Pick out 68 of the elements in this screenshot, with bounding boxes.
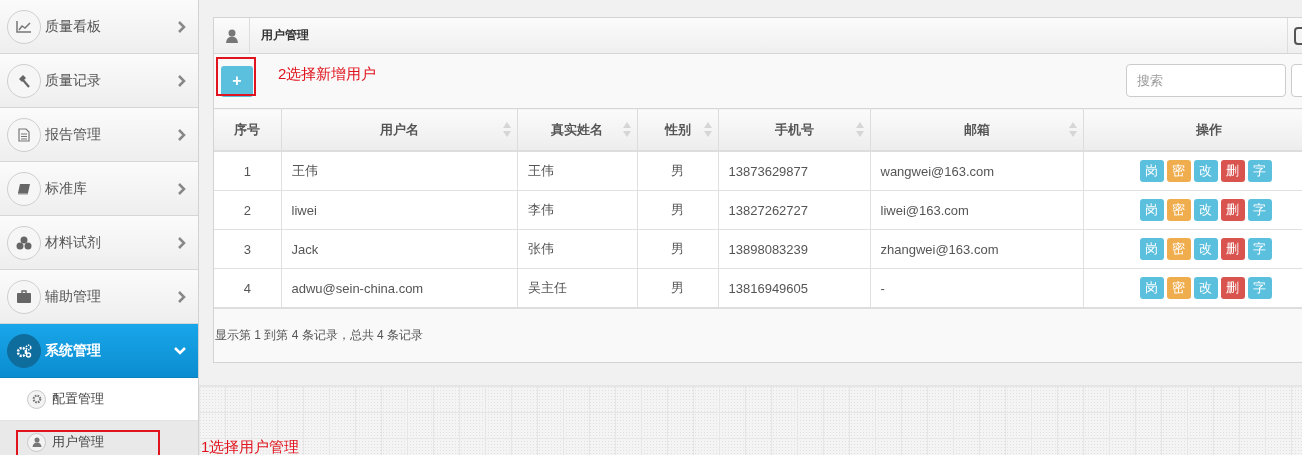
table-cell: liwei@163.com bbox=[870, 190, 1083, 230]
sidebar-item[interactable]: 报告管理 bbox=[0, 108, 198, 162]
table-cell: 13898083239 bbox=[718, 229, 870, 269]
column-header[interactable]: 性别 bbox=[637, 108, 718, 151]
submenu-item[interactable]: 用户管理 bbox=[0, 421, 198, 455]
table-cell: Jack bbox=[281, 229, 517, 269]
annotation-text: 2选择新增用户 bbox=[278, 64, 377, 84]
column-header[interactable]: 用户名 bbox=[281, 108, 517, 151]
column-header[interactable]: 手机号 bbox=[718, 108, 870, 151]
table-cell: 1 bbox=[214, 151, 281, 191]
table-cell: 张伟 bbox=[517, 229, 637, 269]
table-cell: wangwei@163.com bbox=[870, 151, 1083, 191]
sidebar-item[interactable]: 质量看板 bbox=[0, 0, 198, 54]
table-cell: 2 bbox=[214, 190, 281, 230]
action-button[interactable]: 删 bbox=[1220, 277, 1245, 299]
table-cell: 13827262727 bbox=[718, 190, 870, 230]
action-button[interactable]: 岗 bbox=[1139, 199, 1164, 221]
action-button[interactable]: 删 bbox=[1220, 160, 1245, 182]
pagination-info: 显示第 1 到第 4 条记录，总共 4 条记录 bbox=[215, 327, 424, 344]
sidebar-label: 质量记录 bbox=[45, 71, 102, 90]
action-button[interactable]: 改 bbox=[1193, 160, 1218, 182]
table-cell: 男 bbox=[637, 229, 718, 269]
table-cell: liwei bbox=[281, 190, 517, 230]
sidebar-label: 材料试剂 bbox=[45, 233, 102, 252]
submenu-label: 配置管理 bbox=[52, 390, 104, 408]
action-button[interactable]: 删 bbox=[1220, 238, 1245, 260]
table-cell: 李伟 bbox=[517, 190, 637, 230]
column-header[interactable]: 邮箱 bbox=[870, 108, 1083, 151]
search-field[interactable]: 搜索 bbox=[1126, 64, 1286, 97]
action-button[interactable]: 字 bbox=[1247, 199, 1272, 221]
sidebar-label: 标准库 bbox=[45, 179, 88, 198]
action-button[interactable]: 字 bbox=[1247, 238, 1272, 260]
action-button[interactable]: 字 bbox=[1247, 277, 1272, 299]
column-header[interactable]: 真实姓名 bbox=[517, 108, 637, 151]
action-button[interactable]: 岗 bbox=[1139, 160, 1164, 182]
action-button[interactable]: 密 bbox=[1166, 238, 1191, 260]
annotation-text: 1选择用户管理 bbox=[201, 438, 300, 455]
table-cell: 王伟 bbox=[281, 151, 517, 191]
action-button[interactable]: 字 bbox=[1247, 160, 1272, 182]
add-button[interactable]: + bbox=[221, 65, 253, 97]
action-button[interactable]: 密 bbox=[1166, 277, 1191, 299]
action-button[interactable]: 密 bbox=[1166, 199, 1191, 221]
table-cell: 男 bbox=[637, 151, 718, 191]
column-header: 序号 bbox=[214, 108, 281, 151]
table-cell: 13873629877 bbox=[718, 151, 870, 191]
sidebar-label: 质量看板 bbox=[45, 17, 102, 36]
table-cell: 王伟 bbox=[517, 151, 637, 191]
table-cell: zhangwei@163.com bbox=[870, 229, 1083, 269]
action-button[interactable]: 密 bbox=[1166, 160, 1191, 182]
sidebar-item[interactable]: 材料试剂 bbox=[0, 216, 198, 270]
action-button[interactable]: 岗 bbox=[1139, 277, 1164, 299]
action-button[interactable]: 删 bbox=[1220, 199, 1245, 221]
sidebar-label: 报告管理 bbox=[45, 125, 102, 144]
submenu-label: 用户管理 bbox=[52, 433, 104, 451]
sidebar-item[interactable]: 系统管理 bbox=[0, 324, 198, 378]
column-header: 操作 bbox=[1083, 108, 1302, 151]
sidebar-label: 辅助管理 bbox=[45, 287, 102, 306]
sidebar-item[interactable]: 辅助管理 bbox=[0, 270, 198, 324]
panel-title: 用户管理 bbox=[261, 27, 309, 44]
sidebar-item[interactable]: 标准库 bbox=[0, 162, 198, 216]
action-button[interactable]: 岗 bbox=[1139, 238, 1164, 260]
table-cell: 男 bbox=[637, 190, 718, 230]
action-button[interactable]: 改 bbox=[1193, 277, 1218, 299]
table-cell: 3 bbox=[214, 229, 281, 269]
action-button[interactable]: 改 bbox=[1193, 238, 1218, 260]
action-button[interactable]: 改 bbox=[1193, 199, 1218, 221]
sidebar-label: 系统管理 bbox=[45, 341, 102, 360]
sidebar-item[interactable]: 质量记录 bbox=[0, 54, 198, 108]
